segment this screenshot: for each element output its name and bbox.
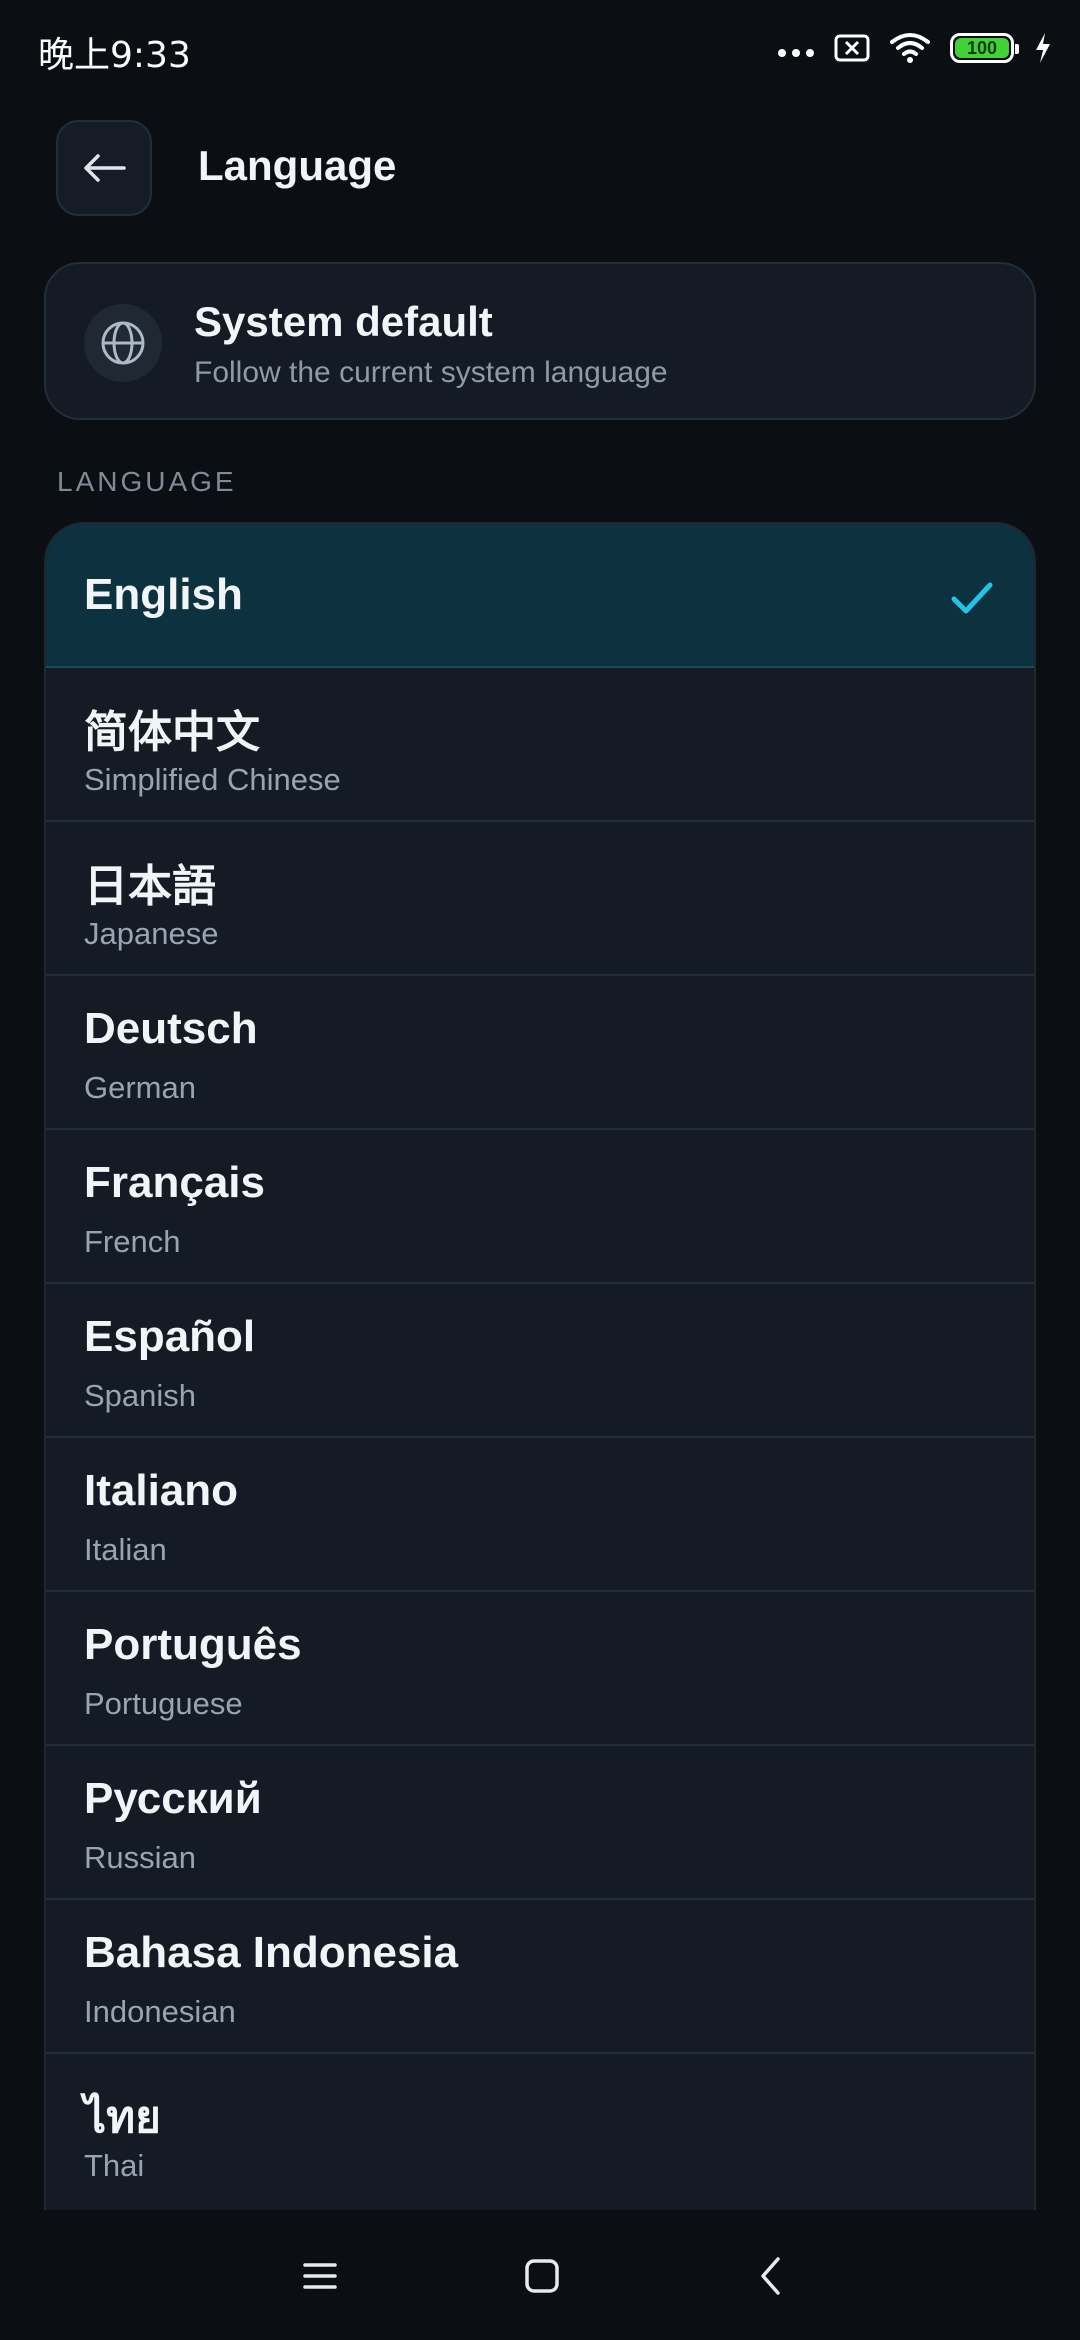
language-option-japanese[interactable]: 日本語 Japanese <box>46 822 1034 976</box>
language-english-name: Portuguese <box>84 1686 243 1721</box>
status-bar: 晚上9:33 100 <box>0 0 1080 96</box>
system-default-title: System default <box>194 298 493 345</box>
check-icon <box>951 582 993 614</box>
system-default-option[interactable]: System default Follow the current system… <box>44 262 1036 420</box>
language-english-name: Simplified Chinese <box>84 762 341 797</box>
language-native-name: 简体中文 <box>84 707 260 758</box>
language-native-name: Bahasa Indonesia <box>84 1928 459 1977</box>
language-english-name: Indonesian <box>84 1994 236 2029</box>
app-header: Language <box>0 120 1080 220</box>
language-english-name: Spanish <box>84 1378 197 1413</box>
language-option-italian[interactable]: Italiano Italian <box>46 1438 1034 1592</box>
language-english-name: Italian <box>84 1532 167 1567</box>
language-english-name: Japanese <box>84 916 219 951</box>
language-settings-screen: 晚上9:33 100 Language System default Follo… <box>0 0 1080 2340</box>
arrow-left-icon <box>84 154 126 182</box>
language-native-name: Italiano <box>84 1466 239 1515</box>
system-back-button[interactable] <box>740 2246 800 2306</box>
language-native-name: ไทย <box>84 2093 161 2142</box>
language-native-name: Français <box>84 1158 265 1207</box>
battery-icon: 100 <box>950 33 1019 63</box>
language-native-name: 日本語 <box>84 861 216 912</box>
language-option-spanish[interactable]: Español Spanish <box>46 1284 1034 1438</box>
language-option-french[interactable]: Français French <box>46 1130 1034 1284</box>
language-english-name: French <box>84 1224 181 1259</box>
language-option-portuguese[interactable]: Português Portuguese <box>46 1592 1034 1746</box>
sim-off-icon <box>834 34 870 62</box>
section-label: LANGUAGE <box>57 466 237 497</box>
language-option-indonesian[interactable]: Bahasa Indonesia Indonesian <box>46 1900 1034 2054</box>
charging-icon <box>1036 33 1050 63</box>
status-time: 晚上9:33 <box>38 35 191 76</box>
page-title: Language <box>198 142 397 189</box>
status-icons: 100 <box>778 28 1052 68</box>
battery-level: 100 <box>955 38 1009 58</box>
square-home-icon <box>525 2259 559 2293</box>
chevron-left-icon <box>761 2257 780 2295</box>
language-option-english[interactable]: English <box>46 524 1034 668</box>
language-option-simplified-chinese[interactable]: 简体中文 Simplified Chinese <box>46 668 1034 822</box>
language-native-name: Русский <box>84 1774 262 1823</box>
language-option-german[interactable]: Deutsch German <box>46 976 1034 1130</box>
language-english-name: German <box>84 1070 196 1105</box>
home-button[interactable] <box>512 2246 572 2306</box>
back-button[interactable] <box>56 120 152 216</box>
recent-apps-button[interactable] <box>290 2246 350 2306</box>
language-english-name: Thai <box>84 2148 145 2183</box>
globe-icon <box>101 321 145 365</box>
menu-icon <box>303 2263 337 2289</box>
globe-icon-container <box>84 304 162 382</box>
system-default-subtitle: Follow the current system language <box>194 356 668 389</box>
language-native-name: Português <box>84 1620 302 1669</box>
wifi-icon <box>890 33 930 63</box>
language-native-name: Español <box>84 1312 256 1361</box>
language-option-russian[interactable]: Русский Russian <box>46 1746 1034 1900</box>
language-native-name: Deutsch <box>84 1004 258 1053</box>
system-navigation-bar <box>0 2210 1080 2340</box>
more-notifications-icon <box>778 49 814 57</box>
language-english-name: Russian <box>84 1840 196 1875</box>
language-option-thai[interactable]: ไทย Thai <box>46 2054 1034 2208</box>
language-list: English 简体中文 Simplified Chinese 日本語 Japa… <box>44 522 1036 2210</box>
language-native-name: English <box>84 570 243 619</box>
